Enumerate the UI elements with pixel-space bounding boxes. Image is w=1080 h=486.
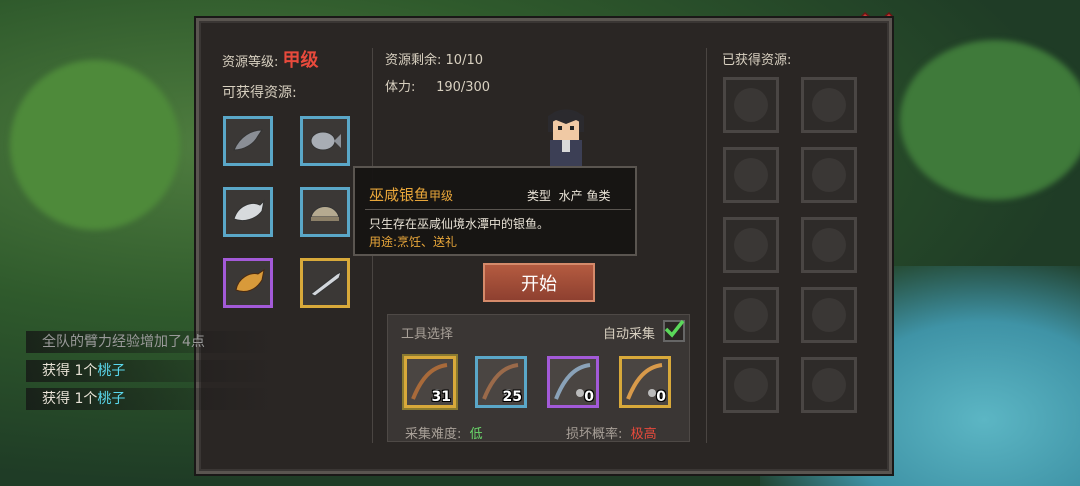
fishing-rod-tool[interactable]: 25: [475, 356, 527, 408]
obtained-slot[interactable]: [801, 357, 857, 413]
remaining-row: 资源剩余: 10/10: [385, 53, 483, 68]
golden-carp-icon: [235, 268, 265, 293]
tooltip-type: 类型 水产 鱼类: [527, 189, 611, 203]
log-message: 获得 1个桃子: [26, 388, 276, 410]
item-tooltip: 巫咸银鱼甲级 类型 水产 鱼类 只生存在巫咸仙境水潭中的银鱼。 用途:烹饪、送礼: [353, 166, 637, 256]
tooltip-divider: [365, 209, 631, 210]
resource-slot[interactable]: [300, 258, 350, 308]
obtained-slot[interactable]: [801, 217, 857, 273]
log-message: 全队的臂力经验增加了4点: [26, 331, 276, 353]
tools-title: 工具选择: [401, 327, 454, 342]
obtained-slot[interactable]: [723, 77, 779, 133]
column-divider: [706, 48, 707, 443]
grade-value: 甲级: [282, 50, 319, 71]
obtained-slot[interactable]: [723, 217, 779, 273]
gray-fish-icon: [233, 129, 263, 151]
obtained-slot[interactable]: [801, 147, 857, 203]
background-tree: [900, 40, 1080, 200]
stamina-row: 体力: 190/300: [385, 80, 491, 95]
resource-slot[interactable]: [223, 258, 273, 308]
auto-gather-checkbox[interactable]: [663, 319, 685, 342]
clam-icon: [310, 206, 340, 221]
tooltip-description: 只生存在巫咸仙境水潭中的银鱼。: [369, 217, 550, 231]
fishing-rod-tool[interactable]: 0: [619, 356, 671, 408]
checkmark-icon: [664, 319, 685, 338]
resource-slot[interactable]: [300, 116, 350, 166]
obtainable-title: 可获得资源:: [222, 85, 297, 101]
fishing-rod-tool[interactable]: 0: [547, 356, 599, 408]
obtained-slot[interactable]: [723, 287, 779, 343]
fishing-rod-tool[interactable]: 31: [404, 356, 456, 408]
obtained-slot[interactable]: [801, 77, 857, 133]
resource-slot[interactable]: [223, 116, 273, 166]
tooltip-usage: 用途:烹饪、送礼: [369, 235, 458, 249]
difficulty-row: 采集难度: 低: [405, 427, 483, 442]
log-message: 获得 1个桃子: [26, 360, 276, 382]
background-tree: [10, 60, 180, 230]
player-character: [548, 109, 584, 166]
obtained-slot[interactable]: [723, 147, 779, 203]
resource-slot[interactable]: [300, 187, 350, 237]
start-button[interactable]: 开始: [483, 263, 595, 302]
silver-fish-icon: [310, 131, 341, 151]
resource-slot[interactable]: [223, 187, 273, 237]
tooltip-title: 巫咸银鱼甲级: [369, 186, 454, 204]
auto-gather-label: 自动采集: [603, 327, 656, 342]
break-chance-row: 损坏概率: 极高: [566, 427, 657, 442]
white-fish-icon: [233, 199, 265, 222]
obtained-slot[interactable]: [801, 287, 857, 343]
obtained-title: 已获得资源:: [722, 53, 792, 68]
silver-swordfish-icon: [310, 271, 342, 297]
obtained-slot[interactable]: [723, 357, 779, 413]
resource-grade: 资源等级: 甲级: [222, 50, 319, 71]
